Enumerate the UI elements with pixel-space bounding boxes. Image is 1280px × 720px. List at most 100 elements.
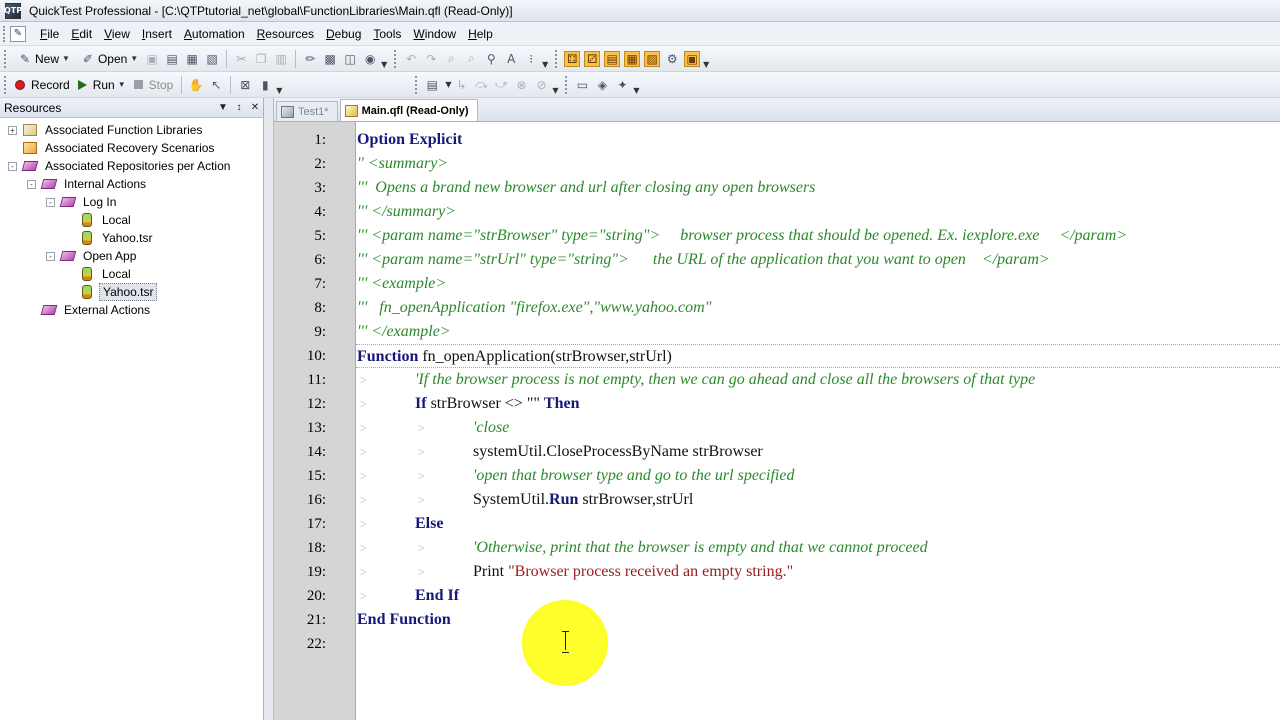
- edit-icon[interactable]: ✏: [302, 51, 318, 67]
- code-line[interactable]: > 'If the browser process is not empty, t…: [356, 368, 1280, 392]
- panel-menu-icon[interactable]: ▼: [215, 102, 231, 113]
- toolbar-grip[interactable]: [394, 49, 397, 68]
- collapse-icon[interactable]: -: [46, 251, 55, 261]
- toolbar-grip[interactable]: [4, 75, 7, 94]
- menu-edit[interactable]: Edit: [65, 27, 98, 41]
- step-out-icon[interactable]: ⤻: [493, 77, 509, 93]
- collapse-icon[interactable]: -: [8, 161, 17, 171]
- menu-view[interactable]: View: [98, 27, 136, 41]
- chevron-down-icon[interactable]: ▼: [118, 80, 126, 89]
- redo-icon[interactable]: ↷: [423, 51, 439, 67]
- menu-window[interactable]: Window: [407, 27, 462, 41]
- save-all-icon[interactable]: ▤: [164, 51, 180, 67]
- print-icon[interactable]: ▦: [184, 51, 200, 67]
- tree-item[interactable]: - Open App: [0, 247, 263, 265]
- step-generator-icon[interactable]: ▣: [684, 50, 701, 67]
- step-into-icon[interactable]: ↳: [453, 77, 469, 93]
- low-level-recording-icon[interactable]: ↖: [208, 77, 224, 93]
- menu-file[interactable]: File: [34, 27, 65, 41]
- toolbar-grip[interactable]: [565, 75, 568, 94]
- code-line[interactable]: > > systemUtil.CloseProcessByName strBrows…: [356, 440, 1280, 464]
- indent-icon[interactable]: ✦: [614, 77, 630, 93]
- document-menu-icon[interactable]: ✎: [10, 25, 26, 42]
- code-line[interactable]: ''' </example>: [356, 320, 1280, 344]
- collapse-icon[interactable]: -: [46, 197, 55, 207]
- check-syntax-icon[interactable]: ◫: [342, 51, 358, 67]
- code-line[interactable]: Function fn_openApplication(strBrowser,s…: [356, 344, 1280, 368]
- code-line[interactable]: ''' <param name="strBrowser" type="strin…: [356, 224, 1280, 248]
- toolbar-overflow-icon[interactable]: ▼: [275, 75, 283, 95]
- code-line[interactable]: > > SystemUtil.Run strBrowser,strUrl: [356, 488, 1280, 512]
- code-line[interactable]: End Function: [356, 608, 1280, 632]
- object-spy-icon[interactable]: ⚙: [664, 51, 680, 67]
- tree-item[interactable]: Yahoo.tsr: [0, 229, 263, 247]
- code-line[interactable]: > > 'open that browser type and go to the …: [356, 464, 1280, 488]
- tree-item[interactable]: - Log In: [0, 193, 263, 211]
- menu-grip[interactable]: [3, 25, 7, 42]
- code-line[interactable]: ''' fn_openApplication "firefox.exe","ww…: [356, 296, 1280, 320]
- toolbar-grip[interactable]: [4, 49, 7, 68]
- toolbar-overflow-icon[interactable]: ▼: [551, 75, 559, 95]
- replace-icon[interactable]: A: [503, 51, 519, 67]
- menu-resources[interactable]: Resources: [251, 27, 320, 41]
- tree-item[interactable]: - Internal Actions: [0, 175, 263, 193]
- save-icon[interactable]: ▣: [144, 51, 160, 67]
- tree-item[interactable]: Associated Recovery Scenarios: [0, 139, 263, 157]
- toolbar-overflow-icon[interactable]: ▼: [702, 49, 710, 69]
- code-line[interactable]: Option Explicit: [356, 128, 1280, 152]
- toolbar-grip[interactable]: [415, 75, 418, 94]
- code-area[interactable]: Option Explicit '' <summary> ''' Opens a b…: [356, 122, 1280, 720]
- find-next-icon[interactable]: ⌕: [463, 51, 479, 67]
- code-line[interactable]: > Else: [356, 512, 1280, 536]
- run-button[interactable]: Run ▼: [74, 75, 130, 95]
- toolbar-grip[interactable]: [555, 49, 558, 68]
- breakpoint-icon[interactable]: ⊗: [513, 77, 529, 93]
- code-line[interactable]: > > 'Otherwise, print that the browser is …: [356, 536, 1280, 560]
- comment-icon[interactable]: ▭: [574, 77, 590, 93]
- binoculars-icon[interactable]: ⚲: [483, 51, 499, 67]
- code-line[interactable]: ''' <example>: [356, 272, 1280, 296]
- data-table-icon[interactable]: ▦: [624, 50, 641, 67]
- code-line[interactable]: > > Print "Browser process received an emp…: [356, 560, 1280, 584]
- step-over-icon[interactable]: ⤼: [473, 77, 489, 93]
- menu-help[interactable]: Help: [462, 27, 499, 41]
- collapse-icon[interactable]: -: [27, 179, 36, 189]
- tree-item[interactable]: External Actions: [0, 301, 263, 319]
- tab-test1[interactable]: Test1*: [276, 101, 338, 121]
- undo-icon[interactable]: ↶: [403, 51, 419, 67]
- chevron-down-icon[interactable]: ▼: [445, 80, 451, 89]
- find-icon[interactable]: ⌕: [443, 51, 459, 67]
- object-repository-icon[interactable]: ▤: [604, 50, 621, 67]
- open-button[interactable]: ✐ Open ▼: [74, 49, 142, 69]
- close-icon[interactable]: ✕: [247, 102, 263, 113]
- analog-recording-icon[interactable]: ✋: [188, 77, 204, 93]
- active-screen-icon[interactable]: ▨: [644, 50, 661, 67]
- clear-breakpoints-icon[interactable]: ⊘: [533, 77, 549, 93]
- stop-button[interactable]: Stop: [130, 75, 178, 95]
- menu-tools[interactable]: Tools: [367, 27, 407, 41]
- menu-insert[interactable]: Insert: [136, 27, 178, 41]
- refresh-icon[interactable]: ◉: [362, 51, 378, 67]
- tab-main-qfl[interactable]: Main.qfl (Read-Only): [339, 99, 478, 121]
- code-line[interactable]: ''' </summary>: [356, 200, 1280, 224]
- paste-icon[interactable]: ▥: [273, 51, 289, 67]
- expert-view-icon[interactable]: ⚂: [584, 50, 601, 67]
- code-line[interactable]: > > 'close: [356, 416, 1280, 440]
- toolbar-overflow-icon[interactable]: ▼: [632, 75, 640, 95]
- code-line[interactable]: ''' Opens a brand new browser and url af…: [356, 176, 1280, 200]
- close-object-icon[interactable]: ⊠: [237, 77, 253, 93]
- print-preview-icon[interactable]: ▧: [204, 51, 220, 67]
- panel-splitter[interactable]: [264, 98, 274, 720]
- keyword-view-icon[interactable]: ⚃: [564, 50, 581, 67]
- expand-icon[interactable]: +: [8, 125, 17, 135]
- copy-icon[interactable]: ❐: [253, 51, 269, 67]
- new-button[interactable]: ✎ New ▼: [11, 49, 74, 69]
- code-line[interactable]: > If strBrowser <> "" Then: [356, 392, 1280, 416]
- code-line[interactable]: > End If: [356, 584, 1280, 608]
- format-icon[interactable]: ⁝: [523, 51, 539, 67]
- record-button[interactable]: Record: [11, 75, 74, 95]
- chevron-down-icon[interactable]: ▼: [62, 54, 70, 63]
- pin-icon[interactable]: ↕: [231, 102, 247, 113]
- tree-item[interactable]: - Associated Repositories per Action: [0, 157, 263, 175]
- code-line[interactable]: [356, 632, 1280, 656]
